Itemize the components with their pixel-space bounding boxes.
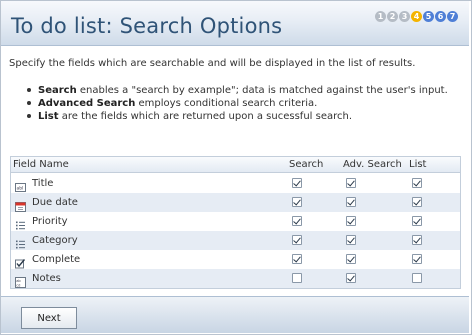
svg-text:cd: cd — [16, 283, 20, 287]
field-name: Priority — [32, 216, 68, 227]
field-name: Category — [32, 235, 78, 246]
table-row: Priority — [11, 212, 460, 231]
step-6-indicator: 6 — [435, 11, 446, 22]
calendar-icon — [15, 197, 26, 212]
field-name: Notes — [32, 273, 61, 284]
header-bar: To do list: Search Options 1234567 — [1, 1, 469, 46]
search-checkbox[interactable] — [292, 235, 302, 245]
next-button[interactable]: Next — [21, 307, 77, 329]
intro-text: Specify the fields which are searchable … — [9, 58, 416, 69]
column-header-adv-search: Adv. Search — [343, 159, 402, 170]
fields-grid: Field Name Search Adv. Search List abl Ti… — [10, 156, 461, 289]
search-checkbox[interactable] — [292, 178, 302, 188]
table-row: Complete — [11, 250, 460, 269]
adv-checkbox[interactable] — [346, 178, 356, 188]
step-7-indicator: 7 — [447, 11, 458, 22]
table-row: Due date — [11, 193, 460, 212]
list-checkbox[interactable] — [412, 235, 422, 245]
help-item-search: Search enables a "search by example"; da… — [27, 84, 448, 97]
step-2-indicator: 2 — [387, 11, 398, 22]
step-5-indicator: 5 — [423, 11, 434, 22]
column-header-list: List — [409, 159, 427, 170]
adv-checkbox[interactable] — [346, 216, 356, 226]
column-header-search: Search — [289, 159, 324, 170]
search-checkbox[interactable] — [292, 197, 302, 207]
table-row: ab cd Notes — [11, 269, 460, 288]
svg-text:abl: abl — [17, 186, 24, 192]
list-checkbox[interactable] — [412, 254, 422, 264]
text-field-icon: abl — [15, 178, 26, 192]
field-name: Complete — [32, 254, 81, 265]
search-checkbox[interactable] — [292, 254, 302, 264]
table-row: abl Title — [11, 174, 460, 193]
help-item-list: List are the fields which are returned u… — [27, 110, 448, 123]
search-checkbox[interactable] — [292, 216, 302, 226]
checkbox-icon — [15, 254, 26, 269]
list-checkbox[interactable] — [412, 197, 422, 207]
table-row: Category — [11, 231, 460, 250]
step-1-indicator: 1 — [375, 11, 386, 22]
column-header-field-name: Field Name — [13, 159, 69, 170]
field-name: Title — [32, 178, 54, 189]
adv-checkbox[interactable] — [346, 197, 356, 207]
list-icon — [15, 235, 26, 249]
list-checkbox[interactable] — [412, 178, 422, 188]
adv-checkbox[interactable] — [346, 254, 356, 264]
list-checkbox[interactable] — [412, 273, 422, 283]
adv-checkbox[interactable] — [346, 235, 356, 245]
list-checkbox[interactable] — [412, 216, 422, 226]
step-3-indicator: 3 — [399, 11, 410, 22]
list-icon — [15, 216, 26, 230]
adv-checkbox[interactable] — [346, 273, 356, 283]
step-indicator: 1234567 — [375, 11, 458, 22]
grid-header: Field Name Search Adv. Search List — [11, 157, 460, 173]
memo-icon: ab cd — [15, 273, 26, 288]
help-item-advanced-search: Advanced Search employs conditional sear… — [27, 97, 448, 110]
page-title: To do list: Search Options — [11, 14, 283, 38]
field-name: Due date — [32, 197, 78, 208]
help-list: Search enables a "search by example"; da… — [27, 84, 448, 123]
search-checkbox[interactable] — [292, 273, 302, 283]
step-4-indicator: 4 — [411, 11, 422, 22]
